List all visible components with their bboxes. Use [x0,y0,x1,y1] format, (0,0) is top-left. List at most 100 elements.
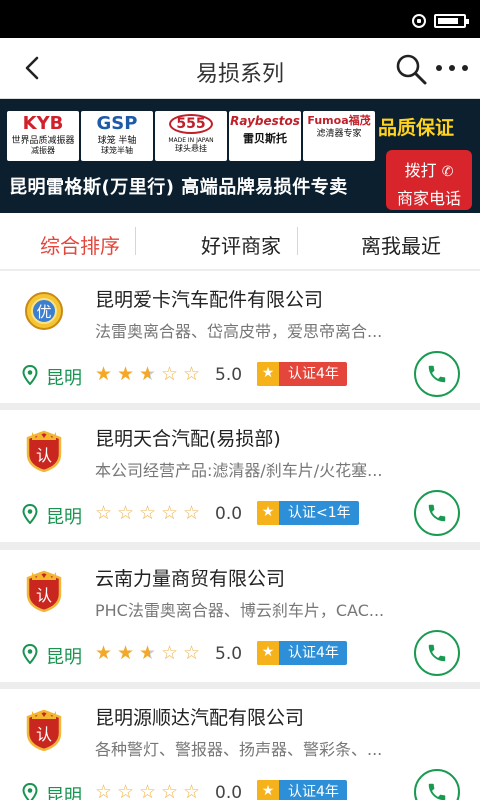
rating-stars: ★ ★ ★ ☆ ☆ [95,643,207,663]
certification-badge: ★ 认证<1年 [257,501,359,525]
star-full-icon: ★ [95,363,113,385]
tab-divider [297,227,298,255]
rating-score: 5.0 [215,365,243,385]
certification-label: 认证<1年 [288,505,351,521]
star-icon: ★ [257,641,279,665]
banner-slogan: 昆明雷格斯(万里行) 高端品牌易损件专卖 [9,177,348,198]
star-empty-icon: ☆ [161,642,179,664]
call-button-sublabel: 商家电话 [396,189,461,208]
rating-score: 0.0 [215,504,243,524]
merchant-description: 各种警灯、警报器、扬声器、警彩条、... [95,740,383,759]
phone-icon [428,365,446,383]
brand-logo: KYB 世界品质减振器 减振器 [7,111,79,161]
star-empty-icon: ☆ [183,363,201,385]
star-full-icon: ★ [117,363,135,385]
merchant-description: PHC法雷奥离合器、博云刹车片，CAC... [95,601,385,620]
call-button[interactable] [414,351,460,397]
call-button[interactable] [414,630,460,676]
certification-label: 认证4年 [288,784,339,800]
location-label: 昆明 [46,368,82,389]
brand-caption-secondary: 球笼半轴 [101,145,133,155]
brand-logo: 555 MADE IN JAPAN 球头悬挂 [155,111,227,161]
certified-badge-icon: 认 [24,430,62,473]
star-empty-icon: ☆ [183,502,201,524]
call-button-label: 拨打 [404,161,437,180]
location-pin-icon [22,644,38,664]
merchant-card[interactable]: 认昆明天合汽配(易损部) 本公司经营产品:滤清器/刹车片/火花塞... 昆明 ☆ ☆ ☆ ☆… [0,410,480,542]
star-empty-icon: ☆ [183,781,201,800]
star-full-icon: ★ [95,642,113,664]
merchant-card[interactable]: 优昆明爱卡汽车配件有限公司 法雷奥离合器、岱高皮带，爱思帝离合... 昆明 ★ ★ ★ ☆ ☆… [0,271,480,403]
location-label: 昆明 [46,507,82,528]
promo-banner[interactable]: KYB 世界品质减振器 减振器 GSP 球笼 半轴 球笼半轴 555 MADE IN JAPA… [0,99,480,213]
rating-stars: ☆ ☆ ☆ ☆ ☆ [95,782,207,800]
tab-good-reviews[interactable]: 好评商家 [201,230,281,259]
location-pin-icon [22,504,38,524]
certification-badge: ★ 认证4年 [257,362,347,386]
brand-caption: 滤清器专家 [316,129,362,139]
rating-stars: ☆ ☆ ☆ ☆ ☆ [95,503,207,523]
certified-badge-icon: 认 [24,709,62,752]
svg-text:认: 认 [36,446,52,465]
rating-score: 0.0 [215,783,243,800]
certification-badge: ★ 认证4年 [257,641,347,665]
brand-logo: Fumoa福茂 滤清器专家 [303,111,375,161]
merchant-description: 本公司经营产品:滤清器/刹车片/火花塞... [95,461,383,480]
svg-text:认: 认 [36,586,52,605]
call-button[interactable] [414,769,460,800]
star-empty-icon: ☆ [161,781,179,800]
star-empty-icon: ☆ [95,781,113,800]
tab-nearest[interactable]: 离我最近 [361,230,441,259]
brand-logo: GSP 球笼 半轴 球笼半轴 [81,111,153,161]
brand-logo: Raybestos 雷贝斯托 [229,111,301,161]
star-half-icon: ★ [139,364,161,384]
star-icon: ★ [257,362,279,386]
svg-text:认: 认 [36,725,52,744]
tab-divider [135,227,136,255]
phone-icon [428,783,446,800]
brand-logo-mark: KYB [22,113,64,134]
star-empty-icon: ☆ [117,502,135,524]
merchant-name: 昆明天合汽配(易损部) [95,428,281,450]
star-empty-icon: ☆ [117,781,135,800]
location-pin-icon [22,365,38,385]
phone-icon [428,504,446,522]
brand-logo-mark: GSP [96,113,138,134]
call-button[interactable] [414,490,460,536]
brand-logo-mark: Raybestos [230,114,300,128]
quality-guarantee: 品质保证 [378,117,455,139]
star-empty-icon: ☆ [183,642,201,664]
star-empty-icon: ☆ [161,363,179,385]
phone-icon [428,644,446,662]
certification-label: 认证4年 [288,645,339,661]
merchant-name: 昆明源顺达汽配有限公司 [95,707,305,729]
rotation-lock-icon [412,14,426,28]
merchant-card[interactable]: 认云南力量商贸有限公司 PHC法雷奥离合器、博云刹车片，CAC... 昆明 ★ ★ ★ ☆ ☆… [0,550,480,682]
merchant-name: 昆明爱卡汽车配件有限公司 [95,289,324,311]
more-menu-icon[interactable] [434,58,470,78]
call-merchant-button[interactable]: 拨打 ✆ 商家电话 [386,150,472,210]
premium-badge-icon: 优 [24,291,63,331]
star-icon: ★ [257,780,279,800]
brand-caption-secondary: 雷贝斯托 [243,132,287,145]
brand-caption-secondary: 球头悬挂 [175,143,207,153]
star-empty-icon: ☆ [139,502,157,524]
brand-logo-mark: 555 [169,114,213,134]
rating-score: 5.0 [215,644,243,664]
status-bar [0,0,480,38]
sort-tabs: 综合排序 好评商家 离我最近 [0,213,480,269]
star-empty-icon: ☆ [95,502,113,524]
star-full-icon: ★ [117,642,135,664]
star-empty-icon: ☆ [161,502,179,524]
merchant-name: 云南力量商贸有限公司 [95,568,286,590]
svg-text:优: 优 [36,303,51,321]
location-label: 昆明 [46,647,82,668]
star-half-icon: ★ [139,643,161,663]
certified-badge-icon: 认 [24,570,62,613]
tab-comprehensive[interactable]: 综合排序 [40,230,120,259]
merchant-card[interactable]: 认 昆明源顺达汽配有限公司各种警灯、警报器、扬声器、警彩条、... 昆明 ☆ ☆ ☆ ☆ ☆ 0… [0,689,480,800]
star-icon: ★ [257,501,279,525]
search-icon[interactable] [394,52,428,86]
location-label: 昆明 [46,786,82,800]
certification-label: 认证4年 [288,366,339,382]
